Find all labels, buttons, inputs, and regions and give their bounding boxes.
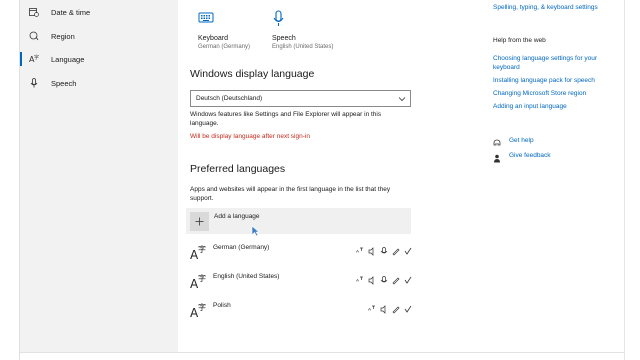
language-icon: A字 [190, 301, 208, 320]
option-subtitle: German (Germany) [198, 44, 251, 50]
get-help-icon [493, 135, 502, 146]
sidebar-item-label: Date & time [51, 7, 91, 17]
handwriting-feature-icon [392, 301, 400, 314]
display-language-warning: Will be display language after next sign… [190, 133, 310, 140]
svg-text:ᴬ: ᴬ [356, 249, 359, 256]
spelling-feature-icon [404, 272, 412, 284]
preferred-languages-description: Apps and websites will appear in the fir… [190, 186, 391, 202]
microphone-feature-icon [380, 272, 388, 283]
chevron-down-icon [398, 94, 406, 102]
language-icon: A字 [190, 243, 208, 262]
language-icon: A字 [29, 54, 39, 64]
svg-text:字: 字 [198, 302, 206, 312]
speech-feature-icon [368, 272, 376, 285]
feedback-icon [493, 150, 502, 163]
give-feedback-link[interactable]: Give feedback [509, 151, 551, 160]
svg-text:ᴬ: ᴬ [356, 278, 359, 285]
window-bottom-edge [20, 352, 624, 360]
plus-icon [190, 212, 209, 231]
spelling-feature-icon [404, 301, 412, 313]
settings-window: Date & time Region A字 Language Speech Ke… [0, 0, 640, 360]
globe-pin-icon [29, 31, 39, 41]
help-heading: Help from the web [493, 37, 546, 44]
option-title: Speech [272, 35, 296, 42]
calendar-clock-icon [29, 7, 39, 17]
sidebar-item-label: Speech [51, 78, 77, 88]
keyboard-icon [198, 10, 278, 28]
language-row-english[interactable]: A字 English (United States) ᴬ [190, 269, 412, 295]
spelling-typing-keyboard-link[interactable]: Spelling, typing, & keyboard settings [493, 3, 618, 12]
microphone-icon [29, 78, 39, 88]
sidebar-item-label: Region [51, 31, 75, 41]
speech-option[interactable]: Speech English (United States) [272, 10, 352, 52]
display-language-dropdown[interactable]: Deutsch (Deutschland) [190, 90, 411, 107]
sidebar-item-speech[interactable]: Speech [20, 71, 178, 95]
sidebar: Date & time Region A字 Language Speech [20, 0, 178, 352]
help-link[interactable]: Adding an input language [493, 102, 613, 111]
sidebar-item-date-time[interactable]: Date & time [20, 0, 178, 24]
svg-text:字: 字 [198, 273, 206, 283]
handwriting-feature-icon [392, 243, 400, 256]
sidebar-item-language[interactable]: A字 Language [20, 47, 178, 71]
svg-text:ᴬ: ᴬ [368, 307, 371, 314]
language-name: English (United States) [213, 273, 280, 280]
language-name: German (Germany) [213, 244, 270, 251]
selection-indicator [20, 52, 22, 66]
help-link[interactable]: Changing Microsoft Store region [493, 89, 613, 98]
handwriting-feature-icon [392, 272, 400, 285]
speech-feature-icon [368, 243, 376, 256]
language-features: ᴬ [356, 272, 412, 286]
spelling-feature-icon [404, 243, 412, 255]
dropdown-value: Deutsch (Deutschland) [196, 95, 263, 102]
get-help-link[interactable]: Get help [509, 136, 534, 145]
language-features: ᴬ [368, 301, 412, 315]
keyboard-option[interactable]: Keyboard German (Germany) [198, 10, 278, 52]
language-icon: A字 [190, 272, 208, 291]
display-language-feature-icon: ᴬ [356, 272, 364, 286]
window-right-edge [624, 0, 640, 360]
language-row-polish[interactable]: A字 Polish ᴬ [190, 298, 412, 324]
main-content: Keyboard German (Germany) Speech English… [178, 0, 624, 352]
display-language-heading: Windows display language [190, 68, 315, 80]
display-language-feature-icon: ᴬ [356, 243, 364, 257]
language-row-german[interactable]: A字 German (Germany) ᴬ [190, 240, 412, 266]
sidebar-item-label: Language [51, 54, 85, 64]
option-subtitle: English (United States) [272, 44, 334, 50]
display-language-description: Windows features like Settings and File … [190, 111, 382, 127]
add-language-button[interactable]: Add a language [186, 208, 411, 234]
window-left-edge [0, 0, 20, 360]
preferred-languages-heading: Preferred languages [190, 163, 286, 175]
microphone-feature-icon [380, 243, 388, 254]
language-name: Polish [213, 302, 231, 309]
microphone-icon [272, 10, 352, 28]
svg-text:字: 字 [34, 54, 39, 61]
add-language-label: Add a language [214, 213, 260, 220]
display-language-feature-icon: ᴬ [368, 301, 376, 315]
svg-text:字: 字 [198, 244, 206, 254]
speech-feature-icon [380, 301, 388, 314]
help-link[interactable]: Installing language pack for speech [493, 76, 613, 85]
sidebar-item-region[interactable]: Region [20, 24, 178, 48]
help-link[interactable]: Choosing language settings for your keyb… [493, 54, 613, 72]
language-features: ᴬ [356, 243, 412, 257]
option-title: Keyboard [198, 35, 228, 42]
